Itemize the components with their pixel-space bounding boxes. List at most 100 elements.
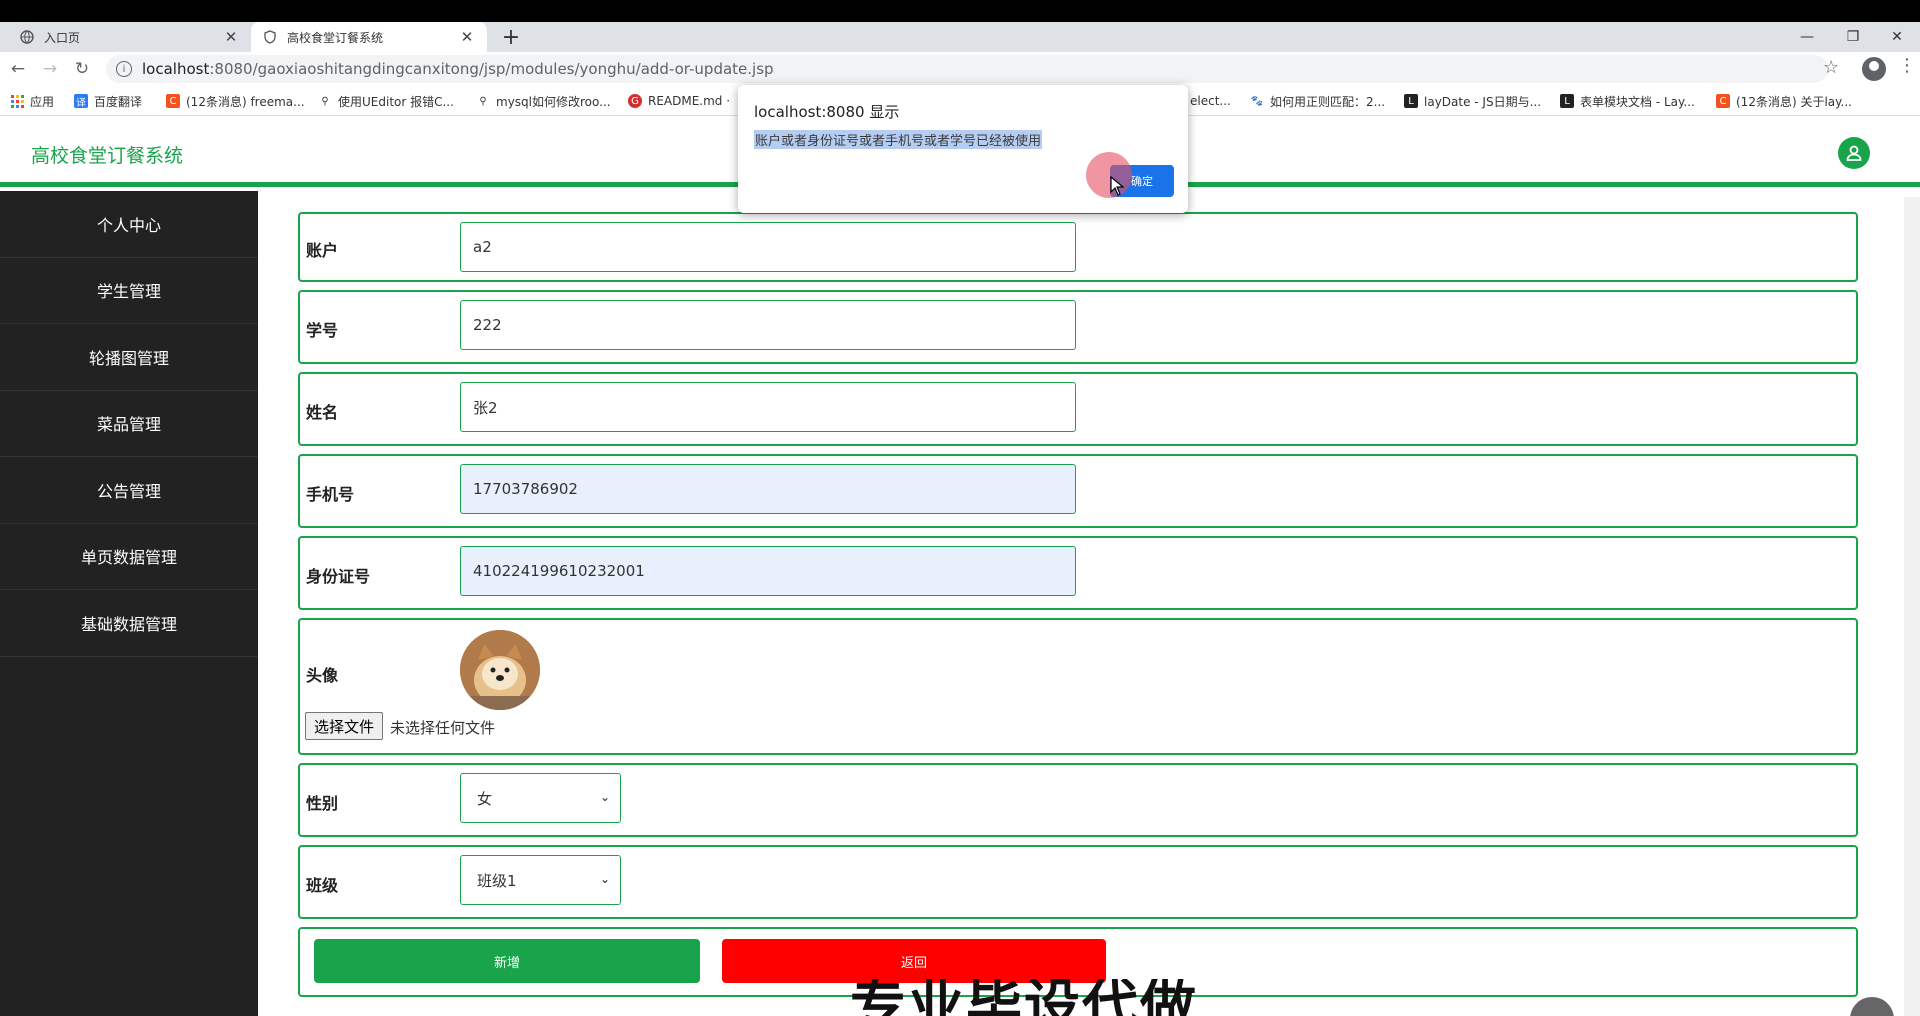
more-menu-icon[interactable]: ⋮ <box>1898 55 1916 76</box>
class-label: 班级 <box>306 876 339 895</box>
bookmark-label: (12条消息) 关于lay... <box>1736 94 1852 109</box>
globe-icon <box>20 30 34 44</box>
chevron-down-icon: ⌄ <box>599 790 610 804</box>
new-tab-button[interactable]: + <box>496 22 526 52</box>
watermark-text: 专业毕设代做 <box>850 979 1198 1016</box>
bookmark-layui-form[interactable]: L 表单模块文档 - Lay... <box>1560 86 1695 116</box>
baidu-paw-icon: 🐾 <box>1250 95 1264 107</box>
bookmark-label: 应用 <box>30 94 55 109</box>
gender-value: 女 <box>477 789 493 808</box>
phone-label: 手机号 <box>306 485 355 504</box>
forward-arrow-icon[interactable]: → <box>38 57 62 81</box>
url-host: localhost <box>142 60 210 78</box>
form-row-class: 班级 班级1 ⌄ <box>298 845 1858 919</box>
bookmark-laydate[interactable]: LlayDate - JS日期与... <box>1404 86 1541 116</box>
phone-input[interactable]: 17703786902 <box>460 464 1076 514</box>
cursor-highlight <box>1086 152 1132 198</box>
id-card-input[interactable]: 410224199610232001 <box>460 546 1076 596</box>
sidebar-item-dishes[interactable]: 菜品管理 <box>0 391 258 457</box>
gender-label: 性别 <box>306 794 339 813</box>
url-path: :8080/gaoxiaoshitangdingcanxitong/jsp/mo… <box>209 60 774 78</box>
bookmark-label: mysql如何修改roo... <box>496 94 611 109</box>
bookmark-label: (12条消息) freema... <box>186 94 305 109</box>
gender-select[interactable]: 女 ⌄ <box>460 773 621 823</box>
layui-icon: L <box>1404 94 1418 108</box>
bookmark-label: 百度翻译 <box>94 94 143 109</box>
form-row-name: 姓名 张2 <box>298 372 1858 446</box>
bookmark-apps[interactable]: 应用 <box>10 86 54 116</box>
sidebar-item-single-page[interactable]: 单页数据管理 <box>0 524 258 590</box>
class-value: 班级1 <box>477 871 517 890</box>
mouse-cursor-icon <box>1110 175 1125 200</box>
chevron-down-icon: ⌄ <box>599 872 610 886</box>
form-row-account: 账户 a2 <box>298 212 1858 282</box>
form-row-id-card: 身份证号 410224199610232001 <box>298 536 1858 610</box>
bookmark-baidu-translate[interactable]: 译百度翻译 <box>74 86 142 116</box>
form-row-phone: 手机号 17703786902 <box>298 454 1858 528</box>
app-brand: 高校食堂订餐系统 <box>31 145 184 167</box>
sidebar: 个人中心 学生管理 轮播图管理 菜品管理 公告管理 单页数据管理 基础数据管理 <box>0 191 258 1016</box>
class-select[interactable]: 班级1 ⌄ <box>460 855 621 905</box>
tab-title: 入口页 <box>44 30 81 45</box>
profile-avatar-icon[interactable] <box>1862 57 1886 81</box>
bookmark-label: layDate - JS日期与... <box>1424 94 1542 109</box>
translate-icon: 译 <box>74 94 88 109</box>
avatar-label: 头像 <box>306 666 339 685</box>
page-scrollbar[interactable] <box>1904 197 1920 1016</box>
account-label: 账户 <box>306 241 339 260</box>
tab-canteen-system[interactable]: 高校食堂订餐系统 ✕ <box>251 22 487 52</box>
tab-bar: 入口页 ✕ 高校食堂订餐系统 ✕ <box>0 22 1920 52</box>
back-arrow-icon[interactable]: ← <box>6 57 30 81</box>
close-icon[interactable]: ✕ <box>459 28 475 46</box>
form-row-avatar: 头像 选择文件 未选择任何文件 <box>298 618 1858 755</box>
url-input[interactable]: i localhost:8080/gaoxiaoshitangdingcanxi… <box>106 55 1828 83</box>
site-icon: ⚲ <box>321 95 329 107</box>
bookmark-regex[interactable]: 🐾 如何用正则匹配：2... <box>1250 86 1385 116</box>
site-icon: ⚲ <box>479 95 487 107</box>
dialog-message: 账户或者身份证号或者手机号或者学号已经被使用 <box>754 130 1043 149</box>
avatar-image <box>460 630 540 710</box>
name-label: 姓名 <box>306 403 339 422</box>
tab-entry-page[interactable]: 入口页 ✕ <box>8 22 251 52</box>
address-bar: ← → ↻ i localhost:8080/gaoxiaoshitangdin… <box>0 52 1920 86</box>
close-window-icon[interactable]: ✕ <box>1874 22 1920 52</box>
sidebar-item-personal-center[interactable]: 个人中心 <box>0 191 258 258</box>
close-icon[interactable]: ✕ <box>223 28 239 46</box>
bookmark-label: 表单模块文档 - Lay... <box>1580 94 1695 109</box>
student-id-input[interactable]: 222 <box>460 300 1076 350</box>
dialog-title: localhost:8080 显示 <box>754 103 900 121</box>
id-card-label: 身份证号 <box>306 567 371 586</box>
sidebar-item-base-data[interactable]: 基础数据管理 <box>0 590 258 657</box>
csdn-icon: C <box>166 94 180 108</box>
screen-top-strip <box>0 0 1920 22</box>
sidebar-item-notices[interactable]: 公告管理 <box>0 457 258 524</box>
bookmark-mysql[interactable]: ⚲ mysql如何修改roo... <box>476 86 611 116</box>
bookmark-star-icon[interactable]: ☆ <box>1823 57 1839 78</box>
sidebar-item-students[interactable]: 学生管理 <box>0 258 258 324</box>
file-status: 未选择任何文件 <box>390 719 496 737</box>
account-input[interactable]: a2 <box>460 222 1076 272</box>
csdn-icon: C <box>1716 94 1730 108</box>
add-button[interactable]: 新增 <box>314 939 700 983</box>
bookmark-label: README.md · <box>648 94 731 108</box>
name-input[interactable]: 张2 <box>460 382 1076 432</box>
minimize-icon[interactable]: — <box>1784 22 1830 52</box>
bookmark-select[interactable]: elect... <box>1190 86 1231 116</box>
shield-icon <box>263 30 277 44</box>
gitee-icon: G <box>628 94 642 108</box>
page: 高校食堂订餐系统 个人中心 学生管理 轮播图管理 菜品管理 公告管理 单页数据管… <box>0 117 1920 1016</box>
info-icon[interactable]: i <box>116 61 132 77</box>
reload-icon[interactable]: ↻ <box>70 57 94 81</box>
form-row-gender: 性别 女 ⌄ <box>298 763 1858 837</box>
bookmark-ueditor[interactable]: ⚲ 使用UEditor 报错C... <box>318 86 454 116</box>
layui-icon: L <box>1560 94 1574 108</box>
choose-file-button[interactable]: 选择文件 <box>305 712 384 740</box>
restore-icon[interactable]: ❐ <box>1830 22 1876 52</box>
sidebar-item-carousel[interactable]: 轮播图管理 <box>0 324 258 391</box>
user-icon[interactable] <box>1838 137 1870 169</box>
bookmark-csdn-1[interactable]: C (12条消息) freema... <box>166 86 305 116</box>
back-button[interactable]: 返回 <box>722 939 1106 983</box>
bookmark-readme[interactable]: G README.md · <box>628 86 730 116</box>
bookmark-label: 如何用正则匹配：2... <box>1270 94 1386 109</box>
bookmark-csdn-2[interactable]: C (12条消息) 关于lay... <box>1716 86 1852 116</box>
